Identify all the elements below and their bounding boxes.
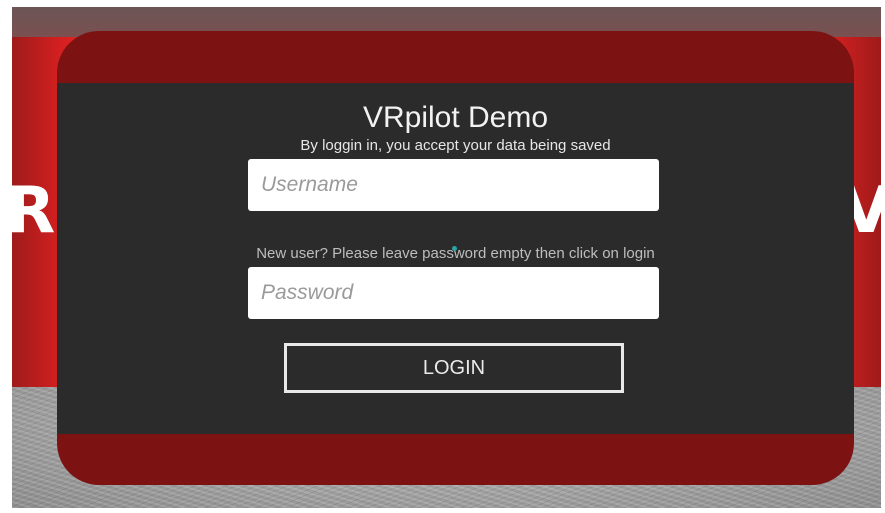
- username-input[interactable]: [259, 172, 659, 198]
- password-input[interactable]: [259, 280, 659, 306]
- login-button[interactable]: LOGIN: [284, 343, 624, 393]
- page-title: VRpilot Demo: [362, 101, 549, 134]
- consent-notice: By loggin in, you accept your data being…: [300, 137, 611, 154]
- username-field[interactable]: [248, 159, 659, 211]
- vr-viewport: RE OV VRpilot Demo By loggin in, you acc…: [12, 7, 881, 508]
- vr-pointer-dot: [452, 246, 457, 251]
- login-panel: VRpilot Demo By loggin in, you accept yo…: [57, 31, 854, 485]
- login-panel-body: VRpilot Demo By loggin in, you accept yo…: [57, 83, 854, 434]
- password-field[interactable]: [248, 267, 659, 319]
